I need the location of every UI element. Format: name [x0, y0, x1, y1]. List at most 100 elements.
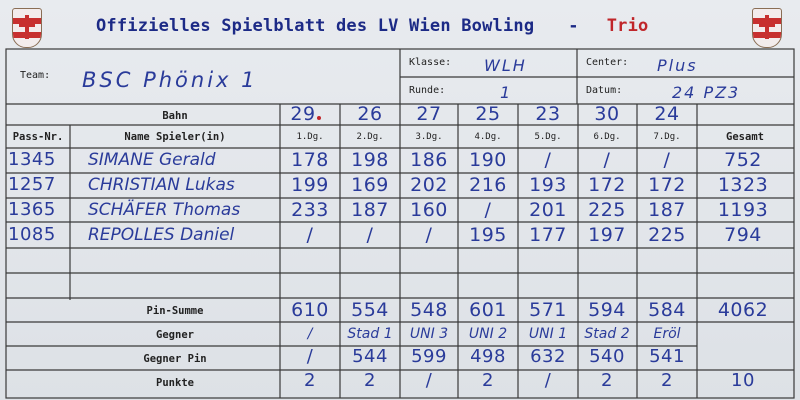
pin-summe-cell: 601 [469, 299, 507, 321]
gegner-cell: UNI 1 [528, 326, 568, 342]
game-header: 3.Dg. [415, 132, 443, 142]
score-cell: 198 [351, 149, 389, 171]
lane-number: 27 [416, 103, 442, 125]
score-cell: 187 [351, 199, 389, 221]
game-header: 6.Dg. [593, 132, 621, 142]
score-cell: / [484, 199, 492, 221]
runde-label: Runde: [409, 85, 446, 96]
pass-nr-header: Pass-Nr. [12, 131, 64, 143]
runde-value: 1 [500, 83, 511, 102]
gegner-cell: UNI 3 [409, 326, 449, 342]
game-header: 7.Dg. [653, 132, 681, 142]
gegner-cell: Stad 2 [584, 326, 630, 342]
score-cell: 195 [469, 224, 507, 246]
datum-value: 24 PZ3 [672, 83, 741, 102]
punkte-label: Punkte [156, 377, 194, 389]
player-name: SCHÄFER Thomas [88, 200, 241, 220]
pin-summe-cell: 610 [291, 299, 329, 321]
player-name: CHRISTIAN Lukas [88, 175, 235, 195]
pin-summe-cell: 554 [351, 299, 389, 321]
score-cell: 187 [648, 199, 686, 221]
punkte-cell: 2 [364, 370, 376, 391]
score-cell: / [425, 224, 433, 246]
score-cell: 177 [529, 224, 567, 246]
gegner-pin-cell: 599 [411, 346, 447, 367]
lane-number: 23 [535, 103, 561, 125]
score-cell: / [366, 224, 374, 246]
team-value: BSC Phönix 1 [82, 68, 258, 92]
center-label: Center: [586, 57, 629, 68]
gegner-cell: / [307, 326, 313, 342]
gegner-pin-cell: 544 [352, 346, 388, 367]
team-label: Team: [20, 70, 51, 81]
total-cell: 1323 [717, 174, 769, 196]
player-pass-nr: 1365 [8, 199, 56, 220]
score-cell: 169 [351, 174, 389, 196]
pin-summe-label: Pin-Summe [146, 305, 204, 317]
player-name: SIMANE Gerald [88, 150, 216, 170]
pin-summe-cell: 548 [410, 299, 448, 321]
pin-total-cell: 4062 [717, 299, 769, 321]
player-pass-nr: 1345 [8, 149, 56, 170]
punkte-cell: 2 [482, 370, 494, 391]
total-cell: 1193 [717, 199, 769, 221]
bahn-label: Bahn [162, 110, 188, 122]
score-cell: / [603, 149, 611, 171]
game-header: 1.Dg. [296, 132, 324, 142]
player-pass-nr: 1257 [8, 174, 56, 195]
score-cell: / [663, 149, 671, 171]
gegner-pin-label: Gegner Pin [143, 353, 207, 365]
game-header: 5.Dg. [534, 132, 562, 142]
punkte-cell: / [544, 370, 552, 391]
lane-number: 30 [594, 103, 620, 125]
pin-summe-cell: 594 [588, 299, 626, 321]
gegner-pin-cell: 498 [470, 346, 506, 367]
klasse-label: Klasse: [409, 57, 452, 68]
center-value: Plus [657, 56, 698, 75]
lane-marker-dot [317, 116, 321, 120]
score-cell: 216 [469, 174, 507, 196]
player-name: REPOLLES Daniel [88, 225, 235, 245]
gegner-pin-cell: / [306, 346, 314, 367]
score-cell: 197 [588, 224, 626, 246]
score-cell: 178 [291, 149, 329, 171]
pin-summe-cell: 584 [648, 299, 686, 321]
gegner-pin-cell: 541 [649, 346, 685, 367]
punkte-cell: 2 [304, 370, 316, 391]
pin-summe-cell: 571 [529, 299, 567, 321]
datum-label: Datum: [586, 85, 623, 96]
score-cell: 225 [648, 224, 686, 246]
punkte-cell: 2 [661, 370, 673, 391]
gegner-cell: UNI 2 [468, 326, 508, 342]
punkte-total-cell: 10 [731, 370, 755, 391]
score-cell: / [544, 149, 552, 171]
score-cell: 172 [648, 174, 686, 196]
score-cell: 233 [291, 199, 329, 221]
lane-number: 26 [357, 103, 383, 125]
gegner-pin-cell: 632 [530, 346, 566, 367]
punkte-cell: 2 [601, 370, 613, 391]
score-sheet: Offizielles Spielblatt des LV Wien Bowli… [0, 0, 800, 400]
gesamt-header: Gesamt [726, 131, 764, 143]
total-cell: 752 [724, 149, 762, 171]
score-cell: 160 [410, 199, 448, 221]
game-header: 2.Dg. [356, 132, 384, 142]
score-cell: 201 [529, 199, 567, 221]
score-cell: 225 [588, 199, 626, 221]
score-cell: 190 [469, 149, 507, 171]
lane-number: 24 [654, 103, 680, 125]
gegner-pin-cell: 540 [589, 346, 625, 367]
name-header: Name Spieler(in) [124, 131, 226, 143]
lane-number: 29 [290, 103, 316, 125]
gegner-cell: Eröl [653, 326, 681, 342]
lane-number: 25 [475, 103, 501, 125]
gegner-label: Gegner [156, 329, 194, 341]
total-cell: 794 [724, 224, 762, 246]
score-cell: 172 [588, 174, 626, 196]
punkte-cell: / [425, 370, 433, 391]
player-pass-nr: 1085 [8, 224, 56, 245]
score-cell: 186 [410, 149, 448, 171]
gegner-cell: Stad 1 [347, 326, 393, 342]
game-header: 4.Dg. [474, 132, 502, 142]
score-cell: 202 [410, 174, 448, 196]
